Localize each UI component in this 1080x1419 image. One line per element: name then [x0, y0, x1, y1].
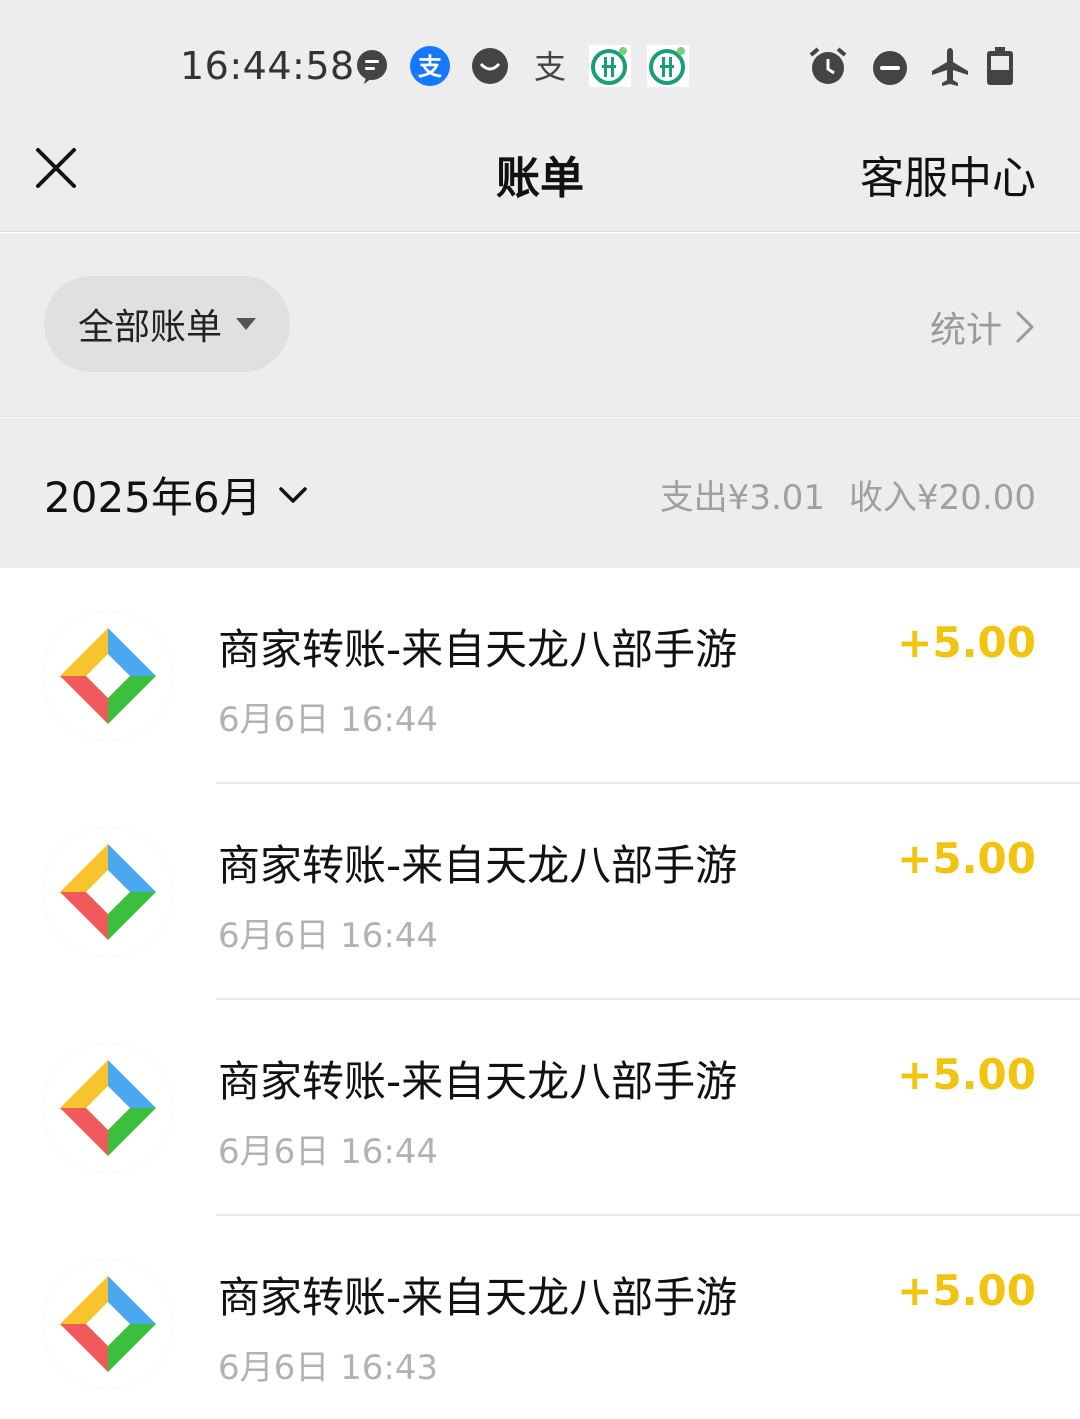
transaction-row[interactable]: 商家转账-来自天龙八部手游 6月6日 16:44 +5.00	[0, 784, 1080, 1000]
transaction-amount: +5.00	[897, 618, 1036, 667]
transaction-amount: +5.00	[897, 1266, 1036, 1315]
battery-icon	[978, 44, 1022, 88]
chevron-down-icon	[278, 486, 307, 503]
alipay-icon: 支	[408, 44, 452, 88]
alarm-icon	[806, 44, 850, 88]
filter-bar: 全部账单 统计	[0, 233, 1080, 417]
statistics-label: 统计	[929, 310, 1002, 351]
caret-down-icon	[236, 318, 257, 330]
transaction-time: 6月6日 16:44	[218, 700, 439, 740]
month-selector[interactable]: 2025年6月	[44, 464, 310, 525]
bill-type-label: 全部账单	[78, 307, 223, 348]
svg-text:支: 支	[418, 53, 443, 81]
statistics-link[interactable]: 统计	[930, 301, 1036, 353]
nav-bar: 账单 客服中心	[0, 120, 1080, 232]
month-summary: 支出¥3.01 收入¥20.00	[660, 470, 1036, 519]
airplane-mode-icon	[928, 44, 972, 88]
expense-total: 支出¥3.01	[659, 478, 826, 518]
transaction-row[interactable]: 商家转账-来自天龙八部手游 6月6日 16:44 +5.00	[0, 1000, 1080, 1216]
month-header: 2025年6月 支出¥3.01 收入¥20.00	[0, 418, 1080, 568]
transaction-row[interactable]: 商家转账-来自天龙八部手游 6月6日 16:44 +5.00	[0, 568, 1080, 784]
bank-icon	[646, 44, 690, 88]
chevron-right-icon	[1016, 311, 1034, 343]
transaction-time: 6月6日 16:44	[218, 1132, 439, 1172]
transaction-title: 商家转账-来自天龙八部手游	[218, 625, 738, 674]
bill-screen: 16:44:58 支 支 账单 客服中心 全部账单 统计 2025年6月 支出¥…	[0, 0, 1080, 1419]
mask-app-icon	[468, 44, 512, 88]
bill-type-dropdown[interactable]: 全部账单	[44, 276, 290, 372]
customer-service-link[interactable]: 客服中心	[860, 142, 1036, 206]
status-time: 16:44:58	[180, 44, 355, 88]
month-label: 2025年6月	[44, 473, 262, 522]
chat-bubble-icon	[350, 44, 394, 88]
merchant-logo-icon	[44, 612, 172, 740]
merchant-logo-icon	[44, 1260, 172, 1388]
transaction-time: 6月6日 16:44	[218, 916, 439, 956]
status-bar: 16:44:58 支 支	[0, 0, 1080, 120]
merchant-logo-icon	[44, 1044, 172, 1172]
transaction-amount: +5.00	[897, 1050, 1036, 1099]
transaction-row[interactable]: 商家转账-来自天龙八部手游 6月6日 16:43 +5.00	[0, 1216, 1080, 1419]
income-total: 收入¥20.00	[849, 478, 1036, 518]
do-not-disturb-icon	[868, 44, 912, 88]
transaction-time: 6月6日 16:43	[218, 1348, 439, 1388]
transaction-title: 商家转账-来自天龙八部手游	[218, 841, 738, 890]
transaction-title: 商家转账-来自天龙八部手游	[218, 1273, 738, 1322]
transaction-amount: +5.00	[897, 834, 1036, 883]
merchant-logo-icon	[44, 828, 172, 956]
transaction-list: 商家转账-来自天龙八部手游 6月6日 16:44 +5.00 商家转账-来自天龙…	[0, 568, 1080, 1419]
svg-text:支: 支	[534, 48, 566, 86]
transaction-title: 商家转账-来自天龙八部手游	[218, 1057, 738, 1106]
bank-icon	[588, 44, 632, 88]
alipay-outline-icon: 支	[528, 44, 572, 88]
